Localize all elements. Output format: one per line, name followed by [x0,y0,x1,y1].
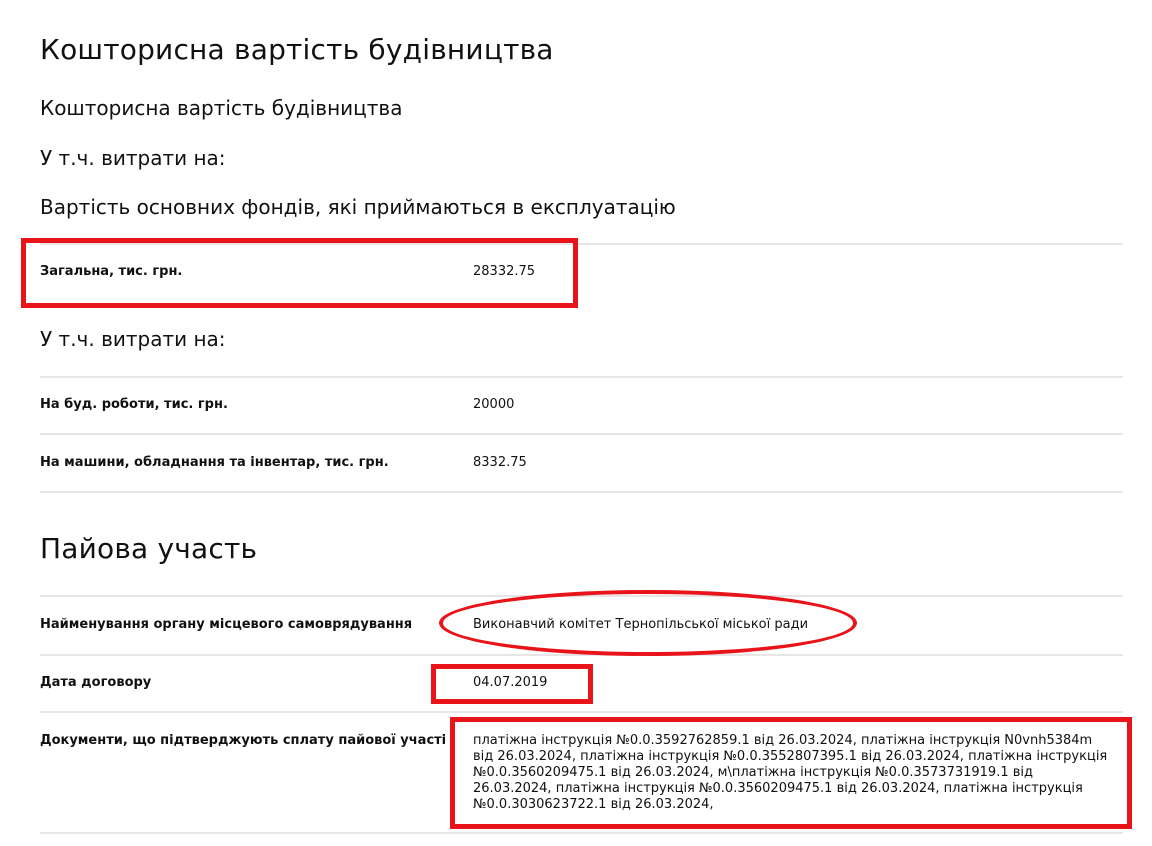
equipment-cost-label: На машини, обладнання та інвентар, тис. … [40,455,389,470]
equipment-cost-value: 8332.75 [473,455,527,470]
authority-label: Найменування органу місцевого самоврядув… [40,617,413,632]
divider [40,491,1123,493]
total-cost-label: Загальна, тис. грн. [40,264,183,279]
construction-cost-label: На буд. роботи, тис. грн. [40,397,228,412]
construction-cost-value: 20000 [473,397,515,412]
documents-value: платіжна інструкція №0.0.3592762859.1 ві… [473,733,1108,812]
divider [40,832,1123,834]
divider [40,243,1123,245]
documents-label: Документи, що підтверджують сплату пайов… [40,733,447,748]
contract-date-label: Дата договору [40,675,152,690]
divider [40,376,1123,378]
total-cost-value: 28332.75 [473,264,536,279]
contract-date-value: 04.07.2019 [473,675,548,690]
share-section-title: Пайова участь [40,532,258,565]
fixed-assets-title: Вартість основних фондів, які приймаютьс… [40,195,676,219]
divider [40,711,1123,713]
including-label-1: У т.ч. витрати на: [40,146,226,170]
authority-value: Виконавчий комітет Тернопільської місько… [473,617,809,632]
cost-section-title: Кошторисна вартість будівництва [40,33,554,66]
cost-subtitle: Кошторисна вартість будівництва [40,96,403,120]
divider [40,654,1123,656]
divider [40,595,1123,597]
divider [40,433,1123,435]
including-label-2: У т.ч. витрати на: [40,327,226,351]
